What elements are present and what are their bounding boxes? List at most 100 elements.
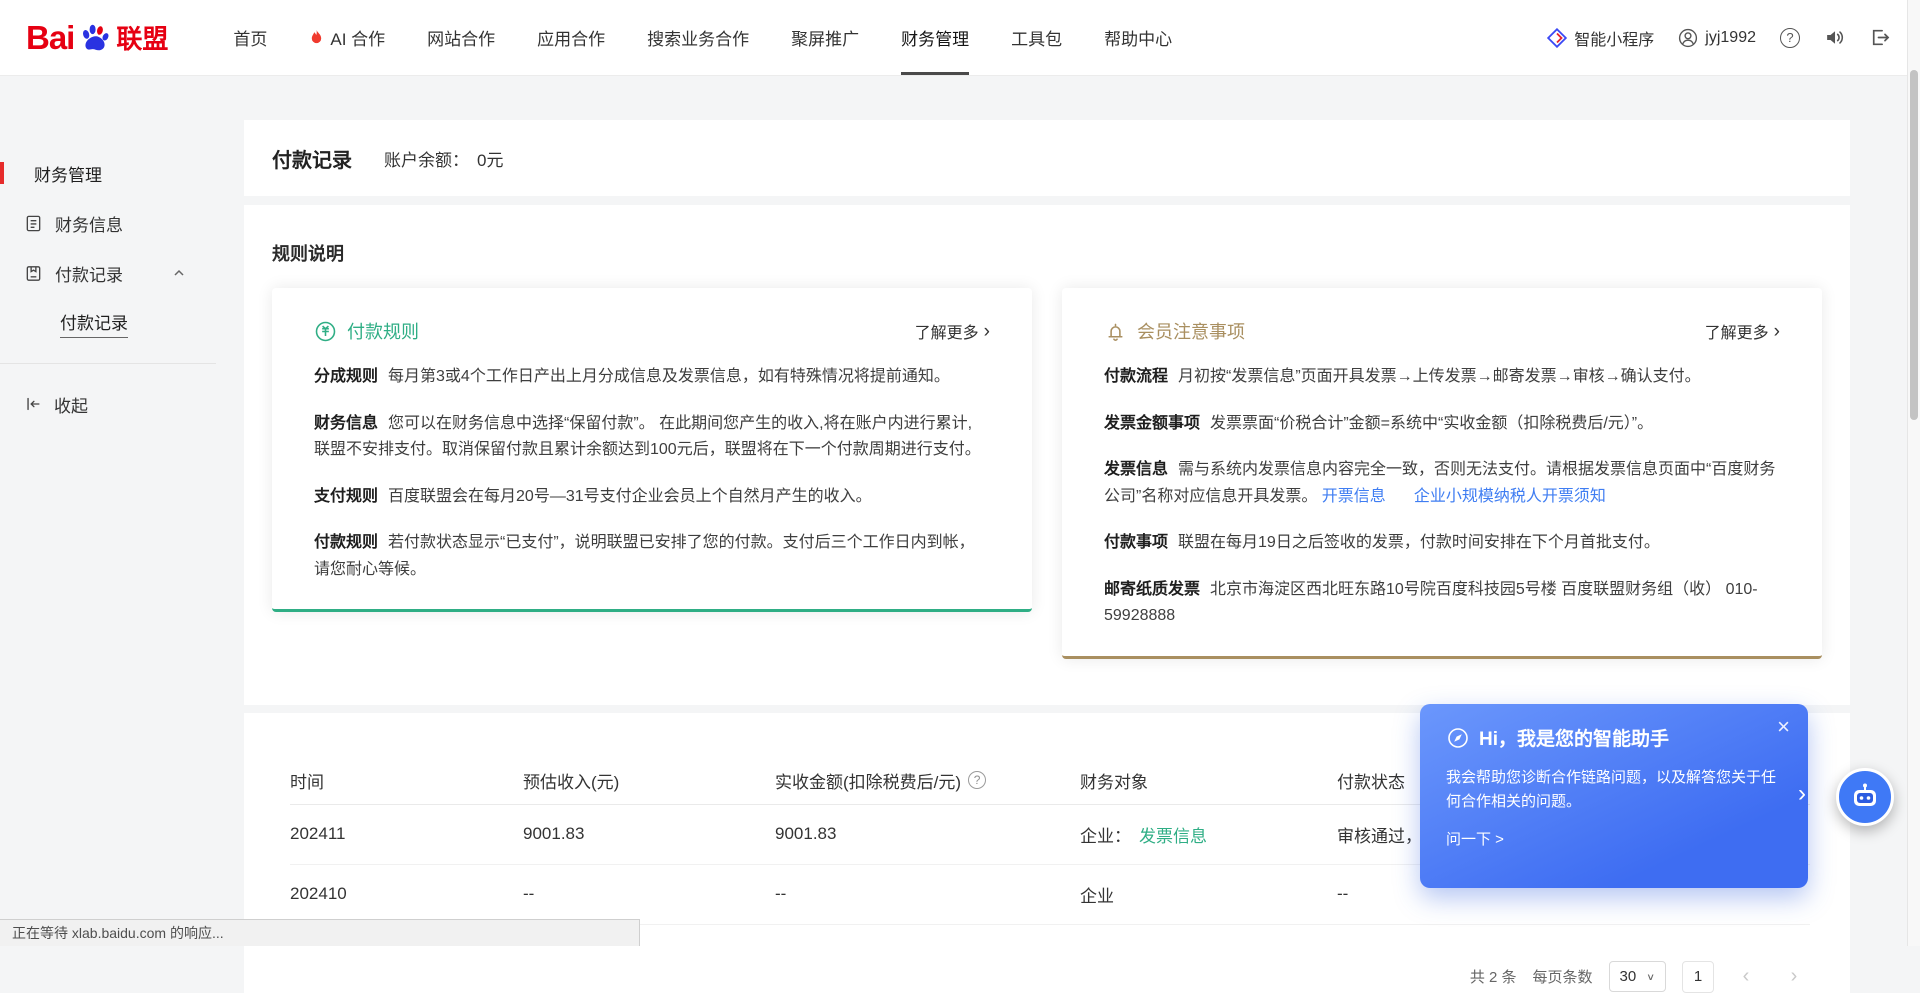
page-size-value: 30 — [1620, 968, 1637, 985]
miniprogram-label: 智能小程序 — [1574, 26, 1654, 50]
chevron-right-icon: › — [984, 322, 990, 341]
flame-icon — [309, 29, 324, 46]
rule-text: 每月第3或4个工作日产出上月分成信息及发票信息，如有特殊情况将提前通知。 — [388, 368, 950, 385]
cell-entity: 企业：发票信息 — [1080, 822, 1337, 847]
rule-text: 若付款状态显示“已支付”，说明联盟已安排了您的付款。支付后三个工作日内到帐，请您… — [314, 534, 975, 578]
vertical-scrollbar[interactable] — [1907, 0, 1920, 946]
nav-item-search-cooperation[interactable]: 搜索业务合作 — [647, 0, 749, 75]
invoice-info-link[interactable]: 开票信息 — [1322, 488, 1386, 505]
total-count: 共 2 条 — [1470, 966, 1517, 987]
cell-time: 202411 — [290, 824, 523, 844]
assistant-next-chevron-icon[interactable]: › — [1798, 782, 1806, 806]
nav-item-finance-management[interactable]: 财务管理 — [901, 0, 969, 75]
rule-label: 财务信息 — [314, 415, 378, 432]
payment-rules-card: 付款规则 了解更多 › 分成规则每月第3或4个工作日产出上月分成信息及发票信息，… — [272, 288, 1032, 612]
member-notice-more-link[interactable]: 了解更多 › — [1705, 319, 1780, 343]
help-question-icon[interactable]: ? — [1780, 28, 1800, 48]
sidebar-label: 收起 — [54, 392, 88, 417]
nav-label: 聚屏推广 — [791, 25, 859, 50]
assistant-header: Hi，我是您的智能助手 — [1446, 724, 1782, 751]
card-title: 付款规则 — [347, 318, 419, 344]
nav-item-app-cooperation[interactable]: 应用合作 — [537, 0, 605, 75]
chevron-up-icon[interactable] — [172, 266, 186, 280]
page-number-1[interactable]: 1 — [1682, 961, 1714, 993]
notice-text: 月初按“发票信息”页面开具发票→上传发票→邮寄发票→审核→确认支付。 — [1178, 368, 1701, 385]
sidebar-item-finance-info[interactable]: 财务信息 — [0, 203, 244, 243]
rule-label: 付款规则 — [314, 534, 378, 551]
sidebar-item-payment-record[interactable]: 付款记录 — [0, 253, 244, 293]
nav-label: 应用合作 — [537, 25, 605, 50]
nav-item-toolkit[interactable]: 工具包 — [1011, 0, 1062, 75]
sidebar-divider — [0, 363, 216, 364]
nav-label: 网站合作 — [427, 25, 495, 50]
account-balance: 账户余额： 0元 — [384, 146, 503, 171]
column-estimated-income: 预估收入(元) — [523, 768, 775, 793]
prev-page-button[interactable]: ‹ — [1730, 961, 1762, 993]
notice-label: 邮寄纸质发票 — [1104, 581, 1200, 598]
assistant-robot-fab[interactable] — [1836, 768, 1894, 826]
payment-rules-icon — [314, 320, 337, 343]
assistant-message: 我会帮助您诊断合作链路问题，以及解答您关于任何合作相关的问题。 — [1446, 766, 1780, 814]
column-label: 实收金额(扣除税费后/元) — [775, 768, 961, 793]
close-icon[interactable]: × — [1777, 716, 1790, 738]
nav-label: 搜索业务合作 — [647, 25, 749, 50]
top-navigation-bar: Bai 联盟 首页 AI 合作 网站合作 应用合作 — [0, 0, 1920, 76]
sidebar-subitem-payment-record[interactable]: 付款记录 — [0, 303, 244, 343]
entity-label: 企业 — [1080, 887, 1114, 906]
logo-text-bai: Bai — [26, 19, 74, 57]
caret-down-icon: ∨ — [1646, 971, 1655, 982]
miniprogram-icon — [1547, 28, 1567, 48]
user-account[interactable]: jyj1992 — [1678, 28, 1756, 48]
notice-text: 联盟在每月19日之后签收的发票，付款时间安排在下个月首批支付。 — [1178, 534, 1660, 551]
notice-label: 发票信息 — [1104, 461, 1168, 478]
nav-item-screen-promotion[interactable]: 聚屏推广 — [791, 0, 859, 75]
smart-miniprogram-entry[interactable]: 智能小程序 — [1547, 26, 1654, 50]
question-glyph: ? — [1780, 28, 1800, 48]
notice-label: 发票金额事项 — [1104, 415, 1200, 432]
rule-text: 百度联盟会在每月20号—31号支付企业会员上个自然月产生的收入。 — [388, 488, 872, 505]
rules-section-title: 规则说明 — [272, 240, 1822, 266]
rule-item: 付款规则若付款状态显示“已支付”，说明联盟已安排了您的付款。支付后三个工作日内到… — [314, 530, 990, 583]
announcement-speaker-icon[interactable] — [1824, 27, 1845, 48]
per-page-label: 每页条数 — [1533, 966, 1593, 987]
chevron-right-icon: › — [1774, 322, 1780, 341]
baidu-union-logo[interactable]: Bai 联盟 — [26, 0, 168, 75]
notice-text: 北京市海淀区西北旺东路10号院百度科技园5号楼 百度联盟财务组（收） 010-5… — [1104, 581, 1758, 625]
more-label: 了解更多 — [1705, 319, 1769, 343]
username-label: jyj1992 — [1705, 29, 1756, 47]
cell-time: 202410 — [290, 884, 523, 904]
scrollbar-thumb[interactable] — [1910, 70, 1918, 420]
column-finance-entity: 财务对象 — [1080, 768, 1337, 793]
rules-cards: 付款规则 了解更多 › 分成规则每月第3或4个工作日产出上月分成信息及发票信息，… — [272, 288, 1822, 659]
page-size-select[interactable]: 30 ∨ — [1609, 961, 1666, 992]
member-notice-card: 会员注意事项 了解更多 › 付款流程月初按“发票信息”页面开具发票→上传发票→邮… — [1062, 288, 1822, 659]
nav-label: 工具包 — [1011, 25, 1062, 50]
cell-entity: 企业 — [1080, 882, 1337, 907]
rule-item: 分成规则每月第3或4个工作日产出上月分成信息及发票信息，如有特殊情况将提前通知。 — [314, 364, 990, 391]
smart-assistant-popup: Hi，我是您的智能助手 × 我会帮助您诊断合作链路问题，以及解答您关于任何合作相… — [1420, 704, 1808, 888]
ask-now-link[interactable]: 问一下 > — [1446, 828, 1782, 849]
nav-item-website-cooperation[interactable]: 网站合作 — [427, 0, 495, 75]
nav-item-help-center[interactable]: 帮助中心 — [1104, 0, 1172, 75]
invoice-info-table-link[interactable]: 发票信息 — [1139, 827, 1207, 846]
notice-item: 邮寄纸质发票北京市海淀区西北旺东路10号院百度科技园5号楼 百度联盟财务组（收）… — [1104, 577, 1780, 630]
logout-icon[interactable] — [1869, 27, 1890, 48]
rule-item: 财务信息您可以在财务信息中选择“保留付款”。 在此期间您产生的收入,将在账户内进… — [314, 411, 990, 464]
rule-label: 分成规则 — [314, 368, 378, 385]
payment-rules-more-link[interactable]: 了解更多 › — [915, 319, 990, 343]
sidebar-collapse-button[interactable]: 收起 — [0, 384, 244, 424]
nav-label: 首页 — [233, 25, 267, 50]
small-taxpayer-guide-link[interactable]: 企业小规模纳税人开票须知 — [1414, 488, 1606, 505]
sidebar-item-finance-management[interactable]: 财务管理 — [0, 153, 244, 193]
main-nav: 首页 AI 合作 网站合作 应用合作 搜索业务合作 聚屏推广 财务管理 工具包 … — [212, 0, 1193, 75]
nav-item-home[interactable]: 首页 — [233, 0, 267, 75]
notice-item: 发票信息需与系统内发票信息内容完全一致，否则无法支付。请根据发票信息页面中“百度… — [1104, 457, 1780, 510]
assistant-title: Hi，我是您的智能助手 — [1479, 724, 1669, 751]
member-notice-bell-icon — [1104, 320, 1127, 343]
nav-item-ai-cooperation[interactable]: AI 合作 — [309, 0, 385, 75]
card-title: 会员注意事项 — [1137, 318, 1245, 344]
sidebar-label: 财务信息 — [55, 211, 123, 236]
help-icon[interactable]: ? — [968, 771, 986, 789]
next-page-button[interactable]: › — [1778, 961, 1810, 993]
user-icon — [1678, 28, 1698, 48]
